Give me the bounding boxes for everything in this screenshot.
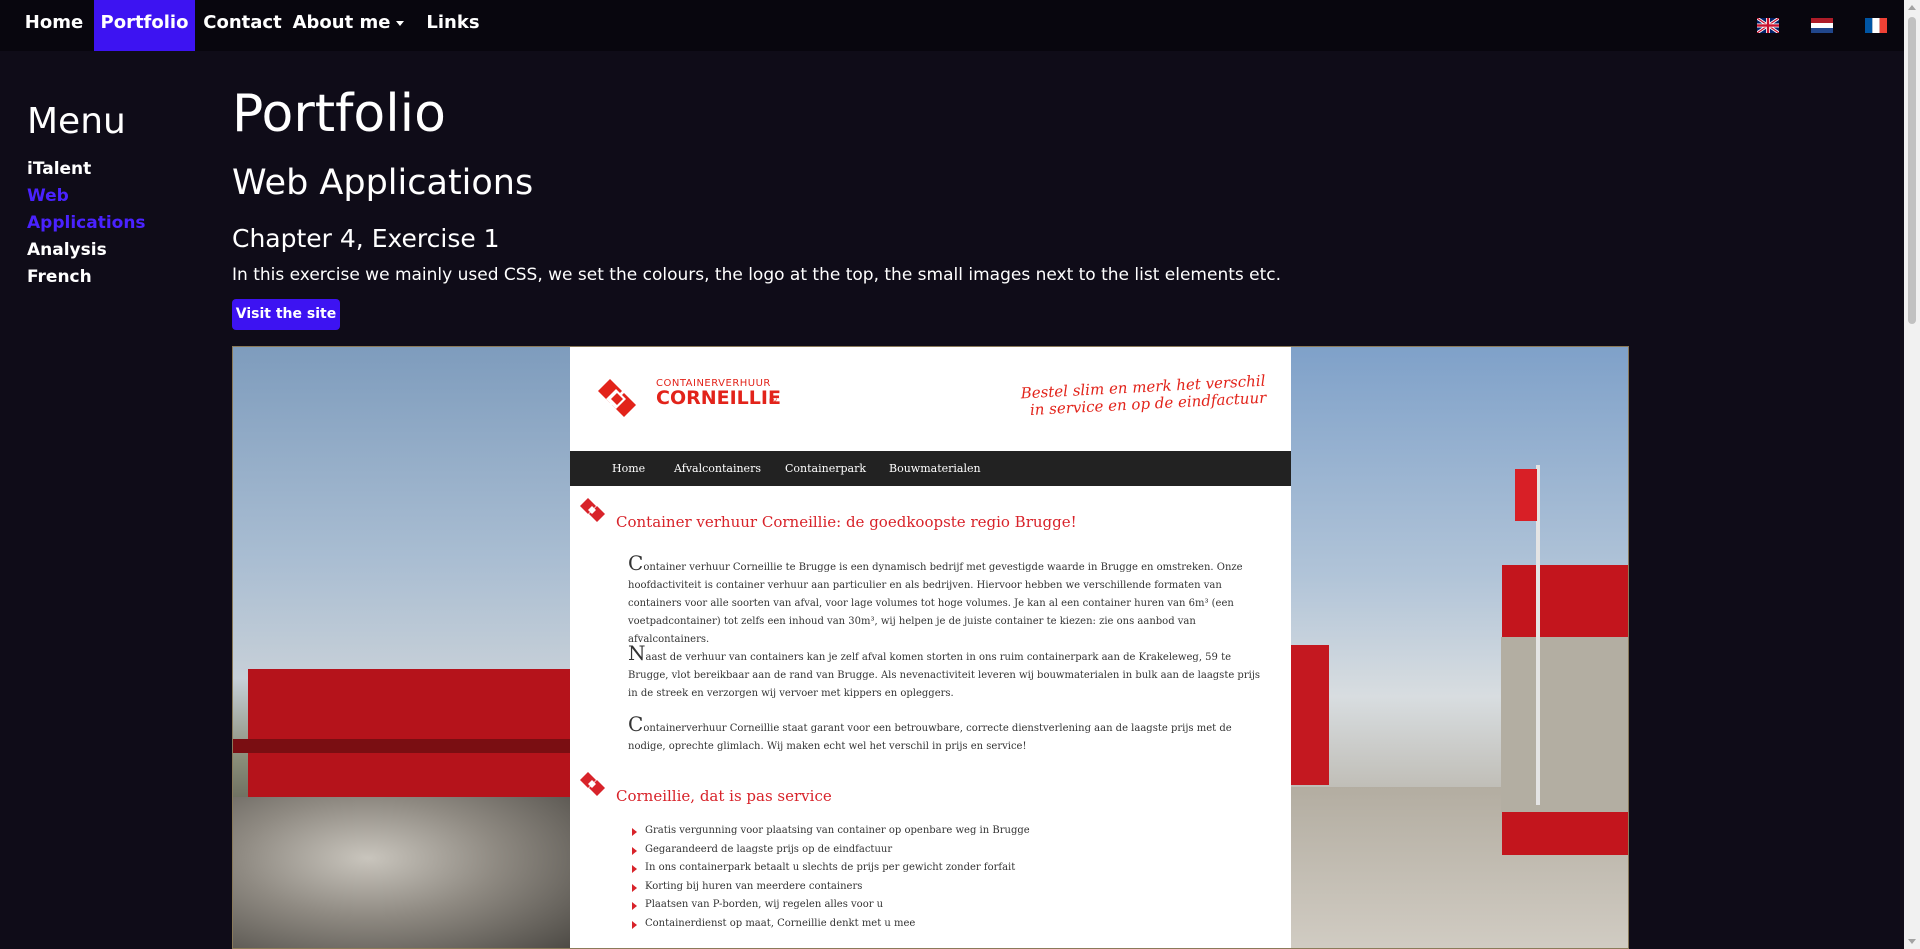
preview-heading-1: Container verhuur Corneillie: de goedkoo…: [616, 513, 1077, 531]
logo-bv: BV: [769, 398, 778, 405]
chevron-down-icon: [396, 20, 405, 26]
photo-block-wall: [1501, 637, 1628, 812]
nav-home[interactable]: Home: [16, 0, 92, 51]
preview-paragraph-3: Containerverhuur Corneillie staat garant…: [628, 712, 1264, 756]
flag-uk-icon[interactable]: [1757, 18, 1779, 33]
list-item: Containerdienst op maat, Corneillie denk…: [632, 915, 1030, 934]
nav-about-me[interactable]: About me: [291, 0, 406, 51]
scroll-thumb[interactable]: [1908, 17, 1916, 324]
site-preview-image: CONTAINERVERHUUR CORNEILLIE BV Bestel sl…: [232, 346, 1629, 949]
preview-nav-afvalcontainers: Afvalcontainers: [674, 462, 761, 475]
list-item: Gratis vergunning voor plaatsing van con…: [632, 822, 1030, 841]
flag-fr-icon[interactable]: [1865, 18, 1887, 33]
page-scrollbar[interactable]: [1904, 0, 1920, 949]
preview-header: CONTAINERVERHUUR CORNEILLIE BV Bestel sl…: [570, 347, 1291, 451]
visit-site-button[interactable]: Visit the site: [232, 299, 340, 330]
list-item: Plaatsen van P-borden, wij regelen alles…: [632, 896, 1030, 915]
paragraph-3-text: ontainerverhuur Corneillie staat garant …: [628, 723, 1232, 752]
dropcap-3: C: [628, 712, 644, 736]
preview-nav-containerpark: Containerpark: [785, 462, 866, 475]
list-item: Korting bij huren van meerdere container…: [632, 878, 1030, 897]
section-title: Web Applications: [232, 163, 534, 203]
preview-heading-2: Corneillie, dat is pas service: [616, 787, 832, 805]
dropcap-1: C: [628, 551, 644, 575]
sidebar-item-italent[interactable]: iTalent: [27, 156, 91, 183]
top-navbar: Home Portfolio Contact About me Links: [0, 0, 1904, 51]
heading-diamond-icon: [580, 772, 605, 796]
nav-contact[interactable]: Contact: [197, 0, 288, 51]
list-item: In ons containerpark betaalt u slechts d…: [632, 859, 1030, 878]
preview-slogan: Bestel slim en merk het verschil in serv…: [1020, 372, 1266, 420]
paragraph-2-text: aast de verhuur van containers kan je ze…: [628, 652, 1261, 699]
preview-nav-home: Home: [612, 462, 646, 475]
preview-photo-right: [1291, 347, 1628, 948]
page-title: Portfolio: [232, 84, 446, 144]
list-item: Gegarandeerd de laagste prijs op de eind…: [632, 841, 1030, 860]
preview-nav: Home Afvalcontainers Containerpark Bouwm…: [570, 451, 1291, 486]
sidebar-item-french[interactable]: French: [27, 264, 92, 291]
scroll-down-arrow-icon[interactable]: [1908, 939, 1916, 944]
corneillie-logo-icon: [598, 379, 636, 417]
preview-nav-bouwmaterialen: Bouwmaterialen: [889, 462, 981, 475]
nav-links[interactable]: Links: [418, 0, 488, 51]
nav-portfolio[interactable]: Portfolio: [94, 0, 195, 51]
photo-rubble: [233, 797, 570, 948]
preview-paragraph-2: Naast de verhuur van containers kan je z…: [628, 641, 1264, 703]
sidebar-item-analysis[interactable]: Analysis: [27, 237, 107, 264]
preview-paragraph-1: Container verhuur Corneillie te Brugge i…: [628, 551, 1264, 649]
nav-about-me-label: About me: [292, 12, 391, 33]
preview-website: CONTAINERVERHUUR CORNEILLIE BV Bestel sl…: [570, 347, 1291, 948]
dropcap-2: N: [628, 641, 646, 665]
photo-container-rim: [233, 739, 570, 753]
scroll-up-arrow-icon[interactable]: [1908, 5, 1916, 10]
paragraph-1-text: ontainer verhuur Corneillie te Brugge is…: [628, 562, 1243, 645]
preview-service-list: Gratis vergunning voor plaatsing van con…: [632, 822, 1030, 933]
chapter-title: Chapter 4, Exercise 1: [232, 224, 500, 253]
preview-photo-left: [233, 347, 570, 948]
photo-flag: [1515, 469, 1537, 521]
heading-diamond-icon: [580, 498, 605, 522]
photo-truck: [1291, 645, 1329, 785]
sidebar-item-web-applications[interactable]: Web Applications: [27, 183, 147, 237]
logo-title: CORNEILLIE: [656, 387, 781, 409]
exercise-description: In this exercise we mainly used CSS, we …: [232, 265, 1282, 285]
sidebar-title: Menu: [27, 101, 126, 142]
flag-nl-icon[interactable]: [1811, 18, 1833, 33]
